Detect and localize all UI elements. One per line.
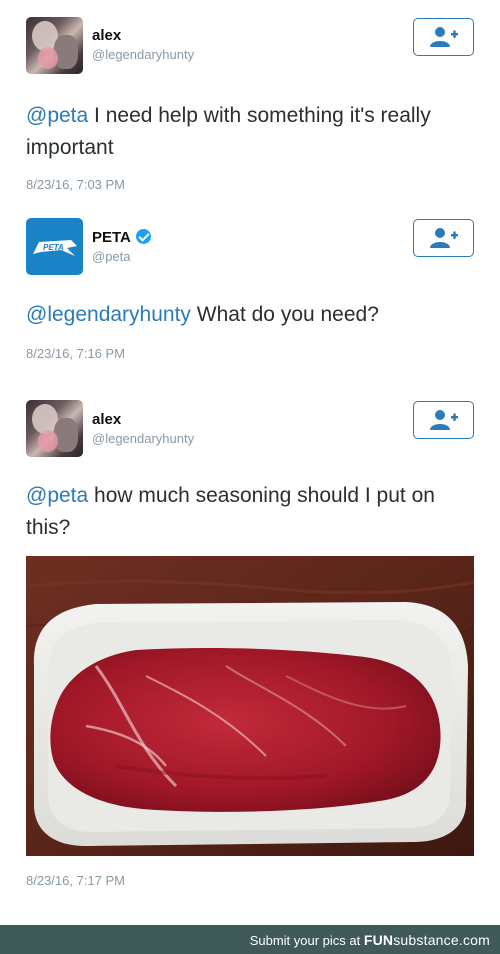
timestamp[interactable]: 8/23/16, 7:03 PM bbox=[26, 177, 125, 192]
mention-link[interactable]: @peta bbox=[26, 104, 88, 127]
display-name[interactable]: alex bbox=[92, 411, 121, 428]
add-user-icon bbox=[429, 27, 458, 47]
follow-button[interactable] bbox=[413, 219, 474, 257]
follow-button[interactable] bbox=[413, 401, 474, 439]
user-handle[interactable]: @legendaryhunty bbox=[92, 47, 194, 62]
svg-text:PETA: PETA bbox=[43, 243, 64, 252]
raw-steak-photo-icon bbox=[26, 556, 474, 856]
tweet-text: @legendaryhunty What do you need? bbox=[26, 299, 476, 331]
verified-badge-icon bbox=[135, 229, 151, 244]
user-handle[interactable]: @peta bbox=[92, 249, 131, 264]
watermark-brand: FUNsubstance.com bbox=[363, 932, 490, 948]
add-user-icon bbox=[429, 410, 458, 430]
user-handle[interactable]: @legendaryhunty bbox=[92, 431, 194, 446]
tweet-photo[interactable] bbox=[26, 556, 474, 856]
avatar[interactable] bbox=[26, 400, 83, 457]
watermark-prefix: Submit your pics at bbox=[249, 933, 364, 948]
tweet-body: What do you need? bbox=[190, 303, 379, 326]
display-name[interactable]: PETA bbox=[92, 229, 151, 246]
tweet-body: how much seasoning should I put on this? bbox=[26, 484, 435, 539]
add-user-icon bbox=[429, 228, 458, 248]
avatar[interactable] bbox=[26, 17, 83, 74]
tweet-text: @peta I need help with something it's re… bbox=[26, 100, 476, 164]
mention-link[interactable]: @legendaryhunty bbox=[26, 303, 191, 326]
timestamp[interactable]: 8/23/16, 7:16 PM bbox=[26, 346, 125, 361]
mention-link[interactable]: @peta bbox=[26, 484, 88, 507]
avatar[interactable]: PETA bbox=[26, 218, 83, 275]
timestamp[interactable]: 8/23/16, 7:17 PM bbox=[26, 873, 125, 888]
display-name[interactable]: alex bbox=[92, 27, 121, 44]
watermark-bar: Submit your pics at FUNsubstance.com bbox=[0, 925, 500, 954]
watermark-text: Submit your pics at FUNsubstance.com bbox=[250, 932, 490, 948]
peta-logo-icon: PETA bbox=[32, 239, 77, 256]
follow-button[interactable] bbox=[413, 18, 474, 56]
tweet-text: @peta how much seasoning should I put on… bbox=[26, 480, 476, 544]
display-name-text: PETA bbox=[92, 229, 131, 246]
